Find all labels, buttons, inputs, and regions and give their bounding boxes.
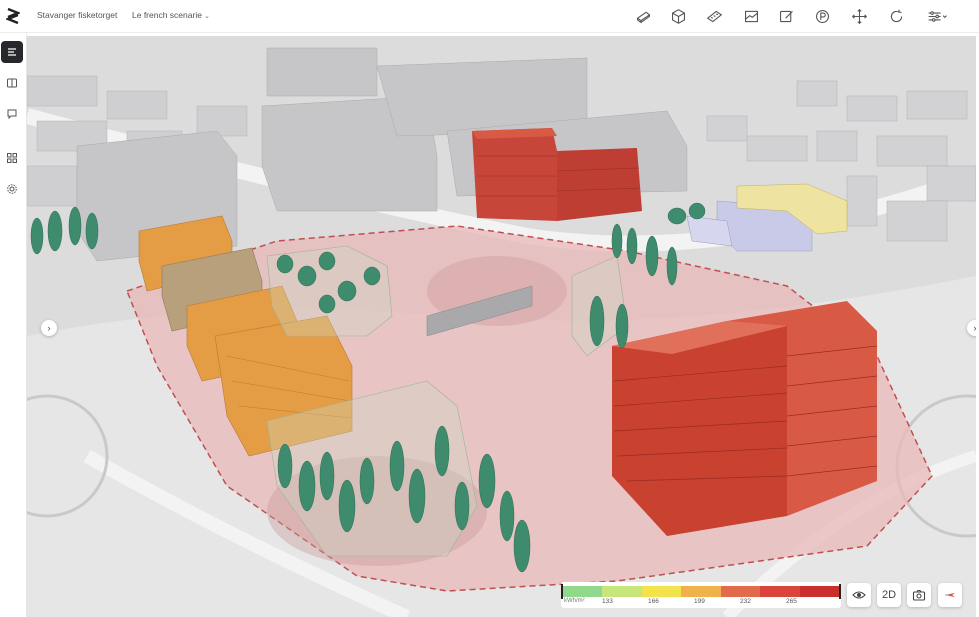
- dashboard-icon[interactable]: [1, 147, 23, 169]
- comment-icon[interactable]: [1, 103, 23, 125]
- rotate-tool-icon[interactable]: [886, 6, 906, 26]
- chevron-right-icon[interactable]: ›: [967, 320, 976, 336]
- legend-color-segment: [563, 586, 603, 597]
- terrain-tool-icon[interactable]: [741, 6, 761, 26]
- top-bar: Stavanger fisketorget Le french scenarie…: [0, 0, 979, 33]
- cube-tool-icon[interactable]: [668, 6, 688, 26]
- visibility-toggle-button[interactable]: [847, 583, 871, 607]
- book-icon[interactable]: [1, 72, 23, 94]
- legend-max-cap: [839, 584, 841, 599]
- chevron-left-icon[interactable]: ›: [41, 320, 57, 336]
- building-tool-icon[interactable]: [633, 6, 653, 26]
- toggle-2d-button[interactable]: 2D: [877, 583, 901, 607]
- legend-color-segment: [641, 586, 682, 597]
- legend-min-cap: [561, 584, 563, 599]
- screenshot-button[interactable]: [907, 583, 931, 607]
- camera-icon: [912, 589, 926, 601]
- settings-gear-icon[interactable]: [1, 178, 23, 200]
- chevron-down-icon: ⌄: [203, 13, 210, 20]
- move-tool-icon[interactable]: [849, 6, 869, 26]
- settings-sliders-icon[interactable]: [925, 6, 951, 26]
- compass-icon: [945, 593, 955, 597]
- compass-button[interactable]: [938, 583, 962, 607]
- legend-color-segment: [720, 586, 761, 597]
- map-3d-viewport[interactable]: › ›: [27, 36, 976, 617]
- layers-list-icon[interactable]: [1, 41, 23, 63]
- app-logo[interactable]: [6, 6, 20, 26]
- project-name[interactable]: Stavanger fisketorget: [37, 10, 117, 20]
- legend-color-segment: [760, 586, 800, 597]
- measure-tool-icon[interactable]: [704, 6, 724, 26]
- legend-color-segment: [681, 586, 721, 597]
- legend-unit: kWh/m²: [564, 598, 585, 604]
- scenario-name: Le french scenarie: [132, 10, 202, 20]
- left-sidebar: [0, 33, 27, 617]
- energy-legend: kWh/m² 133 166 199 232 265: [561, 582, 841, 608]
- legend-tick: 232: [740, 598, 751, 605]
- legend-tick: 166: [648, 598, 659, 605]
- annotate-tool-icon[interactable]: [776, 6, 796, 26]
- legend-tick: 133: [602, 598, 613, 605]
- legend-color-bar: [563, 586, 839, 597]
- parking-tool-icon[interactable]: [812, 6, 832, 26]
- scenario-selector[interactable]: Le french scenarie ⌄: [132, 10, 210, 20]
- scene-render: [27, 36, 976, 617]
- eye-icon: [852, 591, 866, 599]
- legend-tick: 265: [786, 598, 797, 605]
- legend-color-segment: [799, 586, 839, 597]
- legend-tick: 199: [694, 598, 705, 605]
- legend-color-segment: [602, 586, 642, 597]
